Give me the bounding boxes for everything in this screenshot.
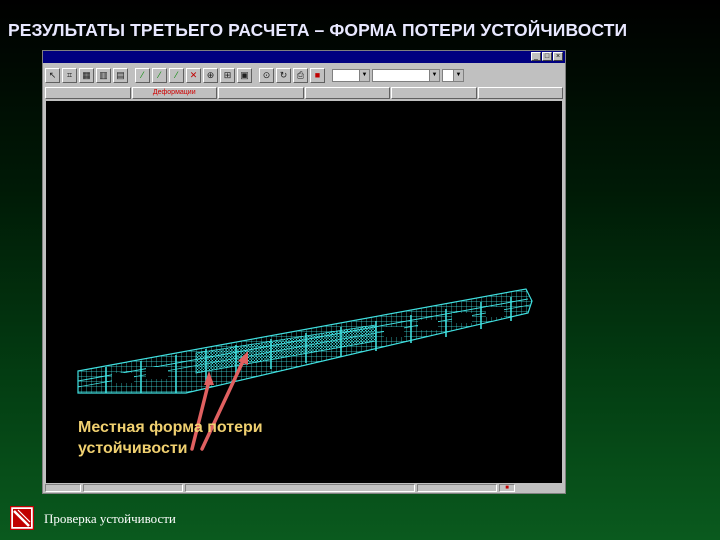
wand-icon[interactable]: ⁄ — [135, 67, 150, 83]
status-cell — [83, 483, 183, 492]
tab-6[interactable] — [477, 87, 563, 99]
frame-icon[interactable]: ▤ — [113, 67, 128, 83]
footer-logo-icon — [9, 505, 35, 531]
tab-4[interactable] — [304, 87, 390, 99]
wand-icon[interactable]: ⁄ — [152, 67, 167, 83]
annotation-line-1: Местная форма потери — [78, 419, 263, 436]
pointer-icon[interactable]: ↖ — [45, 67, 60, 83]
combo-1[interactable]: ▼ — [332, 68, 370, 82]
maximize-button[interactable]: □ — [542, 52, 552, 61]
footer-text: Проверка устойчивости — [44, 511, 176, 526]
slide-title: РЕЗУЛЬТАТЫ ТРЕТЬЕГО РАСЧЕТА – ФОРМА ПОТЕ… — [8, 20, 628, 40]
chevron-down-icon[interactable]: ▼ — [429, 69, 439, 81]
tab-deformations[interactable]: Деформации — [131, 87, 217, 99]
toolbar: ↖ ⌗ ▦ ▥ ▤ ⁄ ⁄ ⁄ ✕ ⊕ ⊞ ▣ ⊙ ↻ ⎙ ■ ▼ ▼ ▼ — [45, 65, 563, 85]
tab-1[interactable] — [45, 87, 131, 99]
annotation-line-2: устойчивости — [78, 440, 188, 457]
status-cell — [185, 483, 415, 492]
table-icon[interactable]: ▣ — [237, 67, 252, 83]
rotate-icon[interactable]: ↻ — [276, 67, 291, 83]
print-icon[interactable]: ⎙ — [293, 67, 308, 83]
status-cell — [45, 483, 81, 492]
window-titlebar[interactable]: _ □ × — [43, 51, 565, 63]
chevron-down-icon[interactable]: ▼ — [359, 69, 369, 81]
status-bar: ■ — [45, 483, 563, 492]
tab-bar: Деформации — [45, 87, 563, 99]
combo-3[interactable]: ▼ — [442, 68, 464, 82]
node-icon[interactable]: ⊞ — [220, 67, 235, 83]
load-icon[interactable]: ⊕ — [203, 67, 218, 83]
minimize-button[interactable]: _ — [531, 52, 541, 61]
chevron-down-icon[interactable]: ▼ — [453, 69, 463, 81]
combo-2[interactable]: ▼ — [372, 68, 440, 82]
grid-icon[interactable]: ▦ — [79, 67, 94, 83]
status-flag-icon: ■ — [499, 483, 515, 492]
window-controls: _ □ × — [531, 52, 563, 61]
cross-icon[interactable]: ✕ — [186, 67, 201, 83]
select-icon[interactable]: ⌗ — [62, 67, 77, 83]
status-cell — [417, 483, 497, 492]
wand-icon[interactable]: ⁄ — [169, 67, 184, 83]
annotation-text: Местная форма потери устойчивости — [78, 417, 338, 459]
mesh-icon[interactable]: ▥ — [96, 67, 111, 83]
close-button[interactable]: × — [553, 52, 563, 61]
zoom-icon[interactable]: ⊙ — [259, 67, 274, 83]
stop-icon[interactable]: ■ — [310, 67, 325, 83]
tab-5[interactable] — [391, 87, 477, 99]
tab-3[interactable] — [218, 87, 304, 99]
